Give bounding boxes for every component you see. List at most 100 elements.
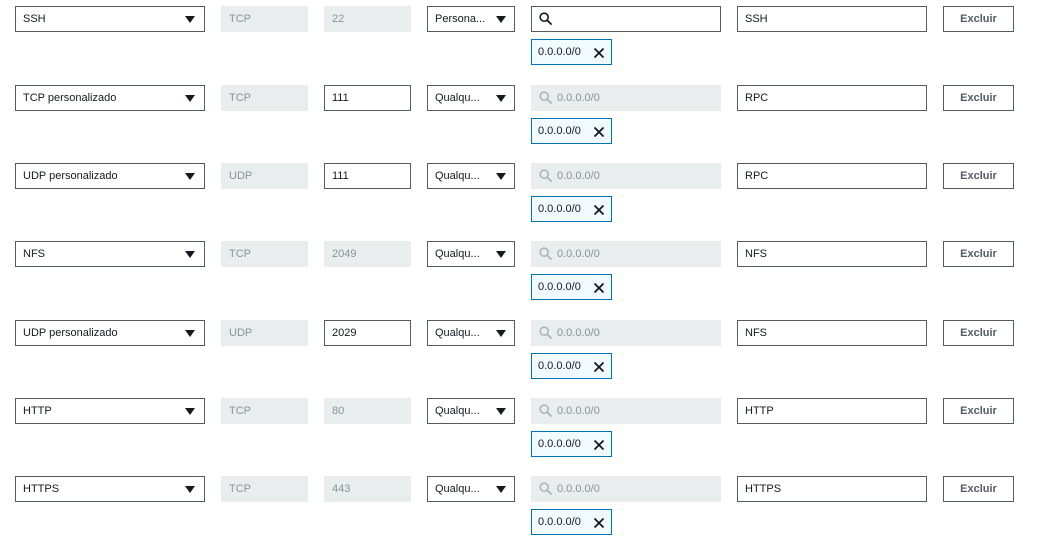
caret-down-icon bbox=[185, 330, 195, 337]
description-value: RPC bbox=[745, 92, 769, 104]
cidr-token-label: 0.0.0.0/0 bbox=[538, 203, 581, 215]
close-icon[interactable] bbox=[593, 47, 605, 59]
source-cidr-placeholder: 0.0.0.0/0 bbox=[557, 92, 600, 104]
source-cidr-placeholder: 0.0.0.0/0 bbox=[557, 483, 600, 495]
delete-button[interactable]: Excluir bbox=[943, 163, 1014, 189]
port-range-field: 2049 bbox=[324, 241, 411, 267]
delete-button[interactable]: Excluir bbox=[943, 85, 1014, 111]
port-range-value: 2049 bbox=[332, 248, 357, 260]
cidr-token-label: 0.0.0.0/0 bbox=[538, 438, 581, 450]
search-icon bbox=[539, 326, 552, 339]
description-input[interactable]: NFS bbox=[737, 320, 927, 346]
protocol-value: TCP bbox=[229, 483, 251, 495]
description-input[interactable]: SSH bbox=[737, 6, 927, 32]
type-select[interactable]: SSH bbox=[15, 6, 205, 32]
close-icon[interactable] bbox=[593, 517, 605, 529]
source-select-value: Qualqu... bbox=[435, 92, 480, 104]
port-range-value: 111 bbox=[332, 170, 349, 182]
caret-down-icon bbox=[185, 486, 195, 493]
protocol-value: UDP bbox=[229, 170, 253, 182]
delete-button[interactable]: Excluir bbox=[943, 241, 1014, 267]
source-cidr-search-input: 0.0.0.0/0 bbox=[531, 476, 721, 502]
caret-down-icon bbox=[185, 408, 195, 415]
type-select-value: HTTP bbox=[23, 405, 52, 417]
source-select[interactable]: Qualqu... bbox=[427, 241, 515, 267]
type-select[interactable]: HTTP bbox=[15, 398, 205, 424]
cidr-token: 0.0.0.0/0 bbox=[531, 509, 612, 535]
source-cidr-search-input: 0.0.0.0/0 bbox=[531, 398, 721, 424]
source-select[interactable]: Qualqu... bbox=[427, 163, 515, 189]
type-select-value: TCP personalizado bbox=[23, 92, 117, 104]
protocol-field: TCP bbox=[221, 241, 308, 267]
port-range-value: 443 bbox=[332, 483, 351, 495]
delete-button[interactable]: Excluir bbox=[943, 476, 1014, 502]
type-select[interactable]: HTTPS bbox=[15, 476, 205, 502]
source-cidr-search-input[interactable] bbox=[531, 6, 721, 32]
rule-row: TCP personalizado TCP 111 Qualqu... 0.0.… bbox=[0, 85, 1037, 155]
description-input[interactable]: HTTP bbox=[737, 398, 927, 424]
source-select[interactable]: Qualqu... bbox=[427, 320, 515, 346]
description-input[interactable]: NFS bbox=[737, 241, 927, 267]
source-select-value: Qualqu... bbox=[435, 170, 480, 182]
cidr-token: 0.0.0.0/0 bbox=[531, 39, 612, 65]
description-input[interactable]: RPC bbox=[737, 163, 927, 189]
source-cidr-placeholder: 0.0.0.0/0 bbox=[557, 170, 600, 182]
search-icon bbox=[539, 482, 552, 495]
protocol-value: UDP bbox=[229, 327, 253, 339]
source-cidr-search-input: 0.0.0.0/0 bbox=[531, 163, 721, 189]
source-select[interactable]: Qualqu... bbox=[427, 476, 515, 502]
source-cidr-placeholder: 0.0.0.0/0 bbox=[557, 248, 600, 260]
port-range-input[interactable]: 111 bbox=[324, 163, 411, 189]
caret-down-icon bbox=[496, 330, 506, 337]
source-select[interactable]: Persona... bbox=[427, 6, 515, 32]
type-select[interactable]: UDP personalizado bbox=[15, 320, 205, 346]
close-icon[interactable] bbox=[593, 361, 605, 373]
rule-row: HTTP TCP 80 Qualqu... 0.0.0.0/0 0.0.0.0/… bbox=[0, 398, 1037, 468]
port-range-field: 80 bbox=[324, 398, 411, 424]
source-select-value: Qualqu... bbox=[435, 248, 480, 260]
source-select[interactable]: Qualqu... bbox=[427, 398, 515, 424]
source-cidr-search-input: 0.0.0.0/0 bbox=[531, 320, 721, 346]
protocol-value: TCP bbox=[229, 248, 251, 260]
delete-button[interactable]: Excluir bbox=[943, 6, 1014, 32]
protocol-field: UDP bbox=[221, 163, 308, 189]
description-input[interactable]: RPC bbox=[737, 85, 927, 111]
type-select[interactable]: TCP personalizado bbox=[15, 85, 205, 111]
close-icon[interactable] bbox=[593, 126, 605, 138]
delete-button[interactable]: Excluir bbox=[943, 398, 1014, 424]
protocol-value: TCP bbox=[229, 92, 251, 104]
port-range-value: 80 bbox=[332, 405, 345, 417]
cidr-token-label: 0.0.0.0/0 bbox=[538, 360, 581, 372]
port-range-input[interactable]: 2029 bbox=[324, 320, 411, 346]
port-range-input[interactable]: 111 bbox=[324, 85, 411, 111]
type-select[interactable]: NFS bbox=[15, 241, 205, 267]
description-value: SSH bbox=[745, 13, 768, 25]
search-icon bbox=[539, 404, 552, 417]
description-value: NFS bbox=[745, 327, 767, 339]
caret-down-icon bbox=[185, 95, 195, 102]
source-select[interactable]: Qualqu... bbox=[427, 85, 515, 111]
protocol-field: UDP bbox=[221, 320, 308, 346]
port-range-value: 111 bbox=[332, 92, 349, 104]
port-range-value: 2029 bbox=[332, 327, 357, 339]
description-input[interactable]: HTTPS bbox=[737, 476, 927, 502]
delete-button[interactable]: Excluir bbox=[943, 320, 1014, 346]
search-icon bbox=[539, 169, 552, 182]
rule-row: SSH TCP 22 Persona... 0.0.0.0/0 SSH Excl… bbox=[0, 6, 1037, 76]
type-select[interactable]: UDP personalizado bbox=[15, 163, 205, 189]
caret-down-icon bbox=[496, 486, 506, 493]
type-select-value: HTTPS bbox=[23, 483, 60, 495]
description-value: HTTPS bbox=[745, 483, 782, 495]
search-icon bbox=[539, 91, 552, 104]
protocol-field: TCP bbox=[221, 6, 308, 32]
search-icon bbox=[539, 12, 552, 25]
close-icon[interactable] bbox=[593, 204, 605, 216]
description-value: NFS bbox=[745, 248, 767, 260]
close-icon[interactable] bbox=[593, 282, 605, 294]
protocol-value: TCP bbox=[229, 405, 251, 417]
rule-row: UDP personalizado UDP 2029 Qualqu... 0.0… bbox=[0, 320, 1037, 390]
close-icon[interactable] bbox=[593, 439, 605, 451]
source-select-value: Qualqu... bbox=[435, 405, 480, 417]
type-select-value: SSH bbox=[23, 13, 46, 25]
description-value: RPC bbox=[745, 170, 769, 182]
